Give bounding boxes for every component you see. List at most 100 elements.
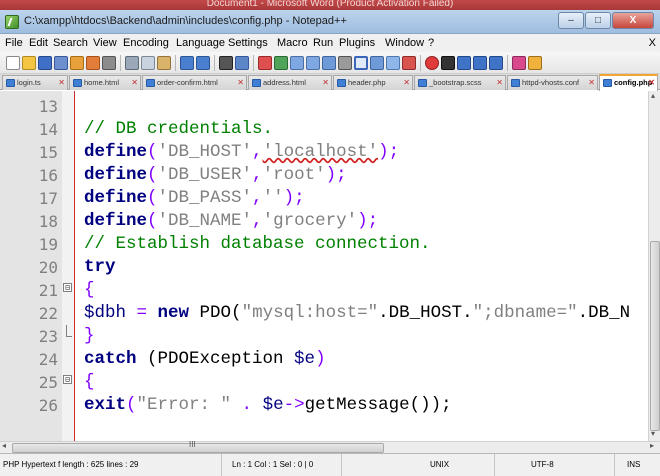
scroll-right-icon[interactable]: ▸ [650, 441, 654, 450]
play-macro-icon[interactable] [457, 56, 471, 70]
code-editor[interactable]: 13 14 // DB credentials. 15 define('DB_H… [0, 91, 660, 441]
tab-config-php[interactable]: config.php ✕ [599, 74, 658, 91]
code-line[interactable]: 26 exit("Error: " . $e->getMessage()); [0, 394, 650, 417]
toolbar-separator [507, 55, 508, 71]
menu-edit[interactable]: Edit [29, 37, 48, 49]
code-line[interactable]: 16 define('DB_USER','root'); [0, 164, 650, 187]
code-line[interactable]: 14 // DB credentials. [0, 118, 650, 141]
menu-language[interactable]: Language [176, 37, 225, 49]
maximize-button[interactable]: □ [585, 12, 611, 29]
code-line[interactable]: 22 $dbh = new PDO("mysql:host=".DB_HOST.… [0, 302, 650, 325]
menu-encoding[interactable]: Encoding [123, 37, 169, 49]
zoom-out-icon[interactable] [274, 56, 288, 70]
find-icon[interactable] [219, 56, 233, 70]
tab-label: address.html [263, 78, 306, 87]
save-icon[interactable] [38, 56, 52, 70]
save-all-icon[interactable] [54, 56, 68, 70]
copy-icon[interactable] [141, 56, 155, 70]
menu-plugins[interactable]: Plugins [339, 37, 375, 49]
new-file-icon[interactable] [6, 56, 20, 70]
open-folder-icon[interactable] [22, 56, 36, 70]
menu-help[interactable]: ? [428, 37, 434, 49]
code-line[interactable]: 24 catch (PDOException $e) [0, 348, 650, 371]
close-button[interactable]: X [612, 12, 654, 29]
menu-search[interactable]: Search [53, 37, 88, 49]
tab-close-icon[interactable]: ✕ [58, 76, 65, 89]
tab-bootstrap-scss[interactable]: _bootstrap.scss ✕ [414, 75, 506, 90]
code-line[interactable]: 15 define('DB_HOST','localhost'); [0, 141, 650, 164]
code-line[interactable]: 21 ⊟ { [0, 279, 650, 302]
scroll-down-icon[interactable]: ▾ [651, 429, 655, 438]
tab-header-php[interactable]: header.php ✕ [333, 75, 413, 90]
code-line[interactable]: 13 [0, 95, 650, 118]
run-macro-multiple-icon[interactable] [473, 56, 487, 70]
replace-icon[interactable] [235, 56, 249, 70]
sync-horizontal-icon[interactable] [306, 56, 320, 70]
menu-file[interactable]: File [5, 37, 23, 49]
menu-run[interactable]: Run [313, 37, 333, 49]
plain-token: getMessage()); [304, 395, 452, 415]
paste-icon[interactable] [157, 56, 171, 70]
tab-close-icon[interactable]: ✕ [403, 76, 410, 89]
show-all-chars-icon[interactable] [338, 56, 352, 70]
scroll-up-icon[interactable]: ▴ [651, 91, 655, 100]
menu-macro[interactable]: Macro [277, 37, 308, 49]
tab-close-icon[interactable]: ✕ [131, 76, 138, 89]
tab-address-html[interactable]: address.html ✕ [248, 75, 332, 90]
save-macro-icon[interactable] [489, 56, 503, 70]
close-document-x[interactable]: X [649, 37, 656, 49]
vertical-scrollbar[interactable]: ▴ ▾ [648, 91, 660, 441]
menu-settings[interactable]: Settings [228, 37, 268, 49]
menu-view[interactable]: View [93, 37, 117, 49]
code-line[interactable]: 19 // Establish database connection. [0, 233, 650, 256]
status-insert-mode: INS [627, 460, 641, 469]
code-line[interactable]: 20 try [0, 256, 650, 279]
fold-collapse-icon[interactable]: ⊟ [63, 283, 72, 292]
language-define-icon[interactable] [370, 56, 384, 70]
vertical-scroll-thumb[interactable] [650, 241, 660, 431]
document-icon [73, 79, 82, 87]
code-line[interactable]: 18 define('DB_NAME','grocery'); [0, 210, 650, 233]
status-encoding[interactable]: UTF-8 [495, 454, 615, 476]
horizontal-scroll-thumb[interactable]: III [12, 440, 384, 453]
tab-close-icon[interactable]: ✕ [588, 76, 595, 89]
print-icon[interactable] [102, 56, 116, 70]
spell-check-icon[interactable] [512, 56, 526, 70]
tab-login-ts[interactable]: login.ts ✕ [2, 75, 68, 90]
word-wrap-icon[interactable] [322, 56, 336, 70]
close-all-icon[interactable] [86, 56, 100, 70]
menu-window[interactable]: Window [385, 37, 424, 49]
tab-close-icon[interactable]: ✕ [648, 76, 655, 89]
tab-httpd-vhosts-conf[interactable]: httpd-vhosts.conf ✕ [507, 75, 598, 90]
code-line[interactable]: 23 } [0, 325, 650, 348]
tab-order-confirm-html[interactable]: order-confirm.html ✕ [142, 75, 247, 90]
redo-icon[interactable] [196, 56, 210, 70]
tab-close-icon[interactable]: ✕ [237, 76, 244, 89]
horizontal-scrollbar[interactable]: ◂ III ▸ [0, 440, 660, 453]
status-eol-format[interactable]: UNIX [342, 454, 495, 476]
tab-home-html[interactable]: home.html ✕ [69, 75, 141, 90]
function-token: define [84, 142, 148, 162]
cut-icon[interactable] [125, 56, 139, 70]
undo-icon[interactable] [180, 56, 194, 70]
record-macro-icon[interactable] [425, 56, 439, 70]
notepadpp-app-icon[interactable] [5, 15, 19, 29]
zoom-in-icon[interactable] [258, 56, 272, 70]
status-filetype-length: PHP Hypertext f length : 625 lines : 29 [0, 454, 222, 476]
spell-options-icon[interactable] [528, 56, 542, 70]
minimize-button[interactable]: – [558, 12, 584, 29]
doc-map-icon[interactable] [386, 56, 400, 70]
indent-guide-icon[interactable] [354, 56, 368, 70]
tab-close-icon[interactable]: ✕ [322, 76, 329, 89]
scroll-left-icon[interactable]: ◂ [2, 441, 6, 450]
sync-vertical-icon[interactable] [290, 56, 304, 70]
tab-close-icon[interactable]: ✕ [496, 76, 503, 89]
window-titlebar[interactable]: C:\xampp\htdocs\Backend\admin\includes\c… [0, 10, 660, 34]
code-line[interactable]: 17 define('DB_PASS',''); [0, 187, 650, 210]
function-list-icon[interactable] [402, 56, 416, 70]
close-file-icon[interactable] [70, 56, 84, 70]
stop-macro-icon[interactable] [441, 56, 455, 70]
tab-label: _bootstrap.scss [429, 78, 482, 87]
code-line[interactable]: 25 ⊟ { [0, 371, 650, 394]
fold-collapse-icon[interactable]: ⊟ [63, 375, 72, 384]
